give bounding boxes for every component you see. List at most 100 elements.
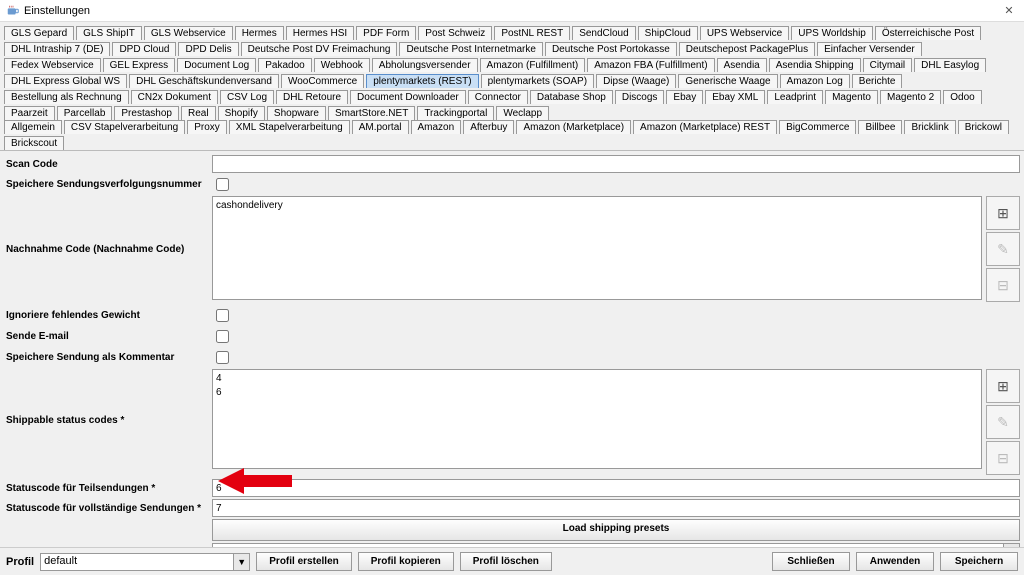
subtab-amazon-marketplace-rest[interactable]: Amazon (Marketplace) REST: [633, 120, 777, 134]
tab-dhl-express-global-ws[interactable]: DHL Express Global WS: [4, 74, 127, 88]
tab-plentymarkets-rest-[interactable]: plentymarkets (REST): [366, 74, 478, 88]
tab-weclapp[interactable]: Weclapp: [496, 106, 549, 120]
subtab-csv-stapelverarbeitung[interactable]: CSV Stapelverarbeitung: [64, 120, 185, 134]
create-profile-button[interactable]: Profil erstellen: [256, 552, 351, 571]
tab-amazon-log[interactable]: Amazon Log: [780, 74, 850, 88]
subtab-bigcommerce[interactable]: BigCommerce: [779, 120, 856, 134]
tab-leadprint[interactable]: Leadprint: [767, 90, 823, 104]
tab-ebay[interactable]: Ebay: [666, 90, 703, 104]
tab-pdf-form[interactable]: PDF Form: [356, 26, 416, 40]
subtab-amazon-marketplace-[interactable]: Amazon (Marketplace): [516, 120, 631, 134]
tab-smartstore-net[interactable]: SmartStore.NET: [328, 106, 415, 120]
tab-trackingportal[interactable]: Trackingportal: [417, 106, 494, 120]
tab-bestellung-als-rechnung[interactable]: Bestellung als Rechnung: [4, 90, 129, 104]
tab-deutsche-post-portokasse[interactable]: Deutsche Post Portokasse: [545, 42, 677, 56]
tab-fedex-webservice[interactable]: Fedex Webservice: [4, 58, 101, 72]
edit-icon[interactable]: ✎: [986, 232, 1020, 266]
tab-einfacher-versender[interactable]: Einfacher Versender: [817, 42, 922, 56]
apply-button[interactable]: Anwenden: [856, 552, 934, 571]
tab-asendia-shipping[interactable]: Asendia Shipping: [769, 58, 861, 72]
tab-dpd-delis[interactable]: DPD Delis: [178, 42, 238, 56]
tab-shipcloud[interactable]: ShipCloud: [638, 26, 698, 40]
subtab-brickowl[interactable]: Brickowl: [958, 120, 1009, 134]
save-tracking-checkbox[interactable]: [216, 178, 229, 191]
cod-listbox[interactable]: cashondelivery: [212, 196, 982, 300]
close-button[interactable]: Schließen: [772, 552, 850, 571]
tab-real[interactable]: Real: [181, 106, 216, 120]
copy-profile-button[interactable]: Profil kopieren: [358, 552, 454, 571]
tab-pakadoo[interactable]: Pakadoo: [258, 58, 311, 72]
tab-database-shop[interactable]: Database Shop: [530, 90, 613, 104]
tab-odoo[interactable]: Odoo: [943, 90, 981, 104]
tab-gls-webservice[interactable]: GLS Webservice: [144, 26, 233, 40]
tab-shopify[interactable]: Shopify: [218, 106, 265, 120]
load-presets-button[interactable]: Load shipping presets: [212, 519, 1020, 541]
remove-icon[interactable]: ⊟: [986, 268, 1020, 302]
tab-parcellab[interactable]: Parcellab: [57, 106, 113, 120]
tab-ups-webservice[interactable]: UPS Webservice: [700, 26, 789, 40]
tab-citymail[interactable]: Citymail: [863, 58, 913, 72]
tab-hermes[interactable]: Hermes: [235, 26, 284, 40]
tab-deutsche-post-dv-freimachung[interactable]: Deutsche Post DV Freimachung: [241, 42, 398, 56]
tab-shopware[interactable]: Shopware: [267, 106, 326, 120]
tab-woocommerce[interactable]: WooCommerce: [281, 74, 364, 88]
tab-gls-shipit[interactable]: GLS ShipIT: [76, 26, 142, 40]
tab-dipse-waage-[interactable]: Dipse (Waage): [596, 74, 676, 88]
tab-cn2x-dokument[interactable]: CN2x Dokument: [131, 90, 218, 104]
tab-dpd-cloud[interactable]: DPD Cloud: [112, 42, 176, 56]
subtab-bricklink[interactable]: Bricklink: [904, 120, 955, 134]
close-icon[interactable]: ✕: [1000, 4, 1018, 17]
subtab-billbee[interactable]: Billbee: [858, 120, 902, 134]
tab-hermes-hsi[interactable]: Hermes HSI: [286, 26, 354, 40]
list-item[interactable]: 6: [216, 386, 978, 400]
save-button[interactable]: Speichern: [940, 552, 1018, 571]
tab-webhook[interactable]: Webhook: [314, 58, 370, 72]
list-item[interactable]: 4: [216, 372, 978, 386]
tab-document-downloader[interactable]: Document Downloader: [350, 90, 466, 104]
edit-icon[interactable]: ✎: [986, 405, 1020, 439]
complete-status-input[interactable]: [212, 499, 1020, 517]
subtab-amazon[interactable]: Amazon: [411, 120, 462, 134]
subtab-am-portal[interactable]: AM.portal: [352, 120, 409, 134]
shippable-listbox[interactable]: 46: [212, 369, 982, 469]
add-icon[interactable]: ⊞: [986, 369, 1020, 403]
tab-amazon-fulfillment-[interactable]: Amazon (Fulfillment): [480, 58, 586, 72]
tab-dhl-gesch-ftskundenversand[interactable]: DHL Geschäftskundenversand: [129, 74, 279, 88]
subtab-brickscout[interactable]: Brickscout: [4, 136, 64, 150]
tab-gel-express[interactable]: GEL Express: [103, 58, 176, 72]
subtab-afterbuy[interactable]: Afterbuy: [463, 120, 514, 134]
subtab-xml-stapelverarbeitung[interactable]: XML Stapelverarbeitung: [229, 120, 350, 134]
tab-magento-2[interactable]: Magento 2: [880, 90, 941, 104]
ignore-weight-checkbox[interactable]: [216, 309, 229, 322]
tab-ebay-xml[interactable]: Ebay XML: [705, 90, 765, 104]
add-icon[interactable]: ⊞: [986, 196, 1020, 230]
delete-profile-button[interactable]: Profil löschen: [460, 552, 552, 571]
tab--sterreichische-post[interactable]: Österreichische Post: [875, 26, 981, 40]
tab-sendcloud[interactable]: SendCloud: [572, 26, 635, 40]
tab-post-schweiz[interactable]: Post Schweiz: [418, 26, 492, 40]
tab-prestashop[interactable]: Prestashop: [114, 106, 179, 120]
tab-deutsche-post-internetmarke[interactable]: Deutsche Post Internetmarke: [399, 42, 543, 56]
tab-asendia[interactable]: Asendia: [717, 58, 767, 72]
tab-deutschepost-packageplus[interactable]: Deutschepost PackagePlus: [679, 42, 815, 56]
list-item[interactable]: cashondelivery: [216, 199, 978, 213]
tab-berichte[interactable]: Berichte: [852, 74, 903, 88]
subtab-proxy[interactable]: Proxy: [187, 120, 227, 134]
tab-document-log[interactable]: Document Log: [177, 58, 256, 72]
tab-discogs[interactable]: Discogs: [615, 90, 665, 104]
subtab-allgemein[interactable]: Allgemein: [4, 120, 62, 134]
tab-generische-waage[interactable]: Generische Waage: [678, 74, 777, 88]
tab-gls-gepard[interactable]: GLS Gepard: [4, 26, 74, 40]
remove-icon[interactable]: ⊟: [986, 441, 1020, 475]
tab-csv-log[interactable]: CSV Log: [220, 90, 274, 104]
tab-abholungsversender[interactable]: Abholungsversender: [372, 58, 478, 72]
save-comment-checkbox[interactable]: [216, 351, 229, 364]
tab-plentymarkets-soap-[interactable]: plentymarkets (SOAP): [481, 74, 594, 88]
tab-dhl-retoure[interactable]: DHL Retoure: [276, 90, 348, 104]
profil-combo[interactable]: default ▼: [40, 553, 250, 571]
tab-dhl-easylog[interactable]: DHL Easylog: [914, 58, 986, 72]
tab-magento[interactable]: Magento: [825, 90, 878, 104]
tab-postnl-rest[interactable]: PostNL REST: [494, 26, 570, 40]
tab-dhl-intraship-7-de-[interactable]: DHL Intraship 7 (DE): [4, 42, 110, 56]
tab-paarzeit[interactable]: Paarzeit: [4, 106, 55, 120]
